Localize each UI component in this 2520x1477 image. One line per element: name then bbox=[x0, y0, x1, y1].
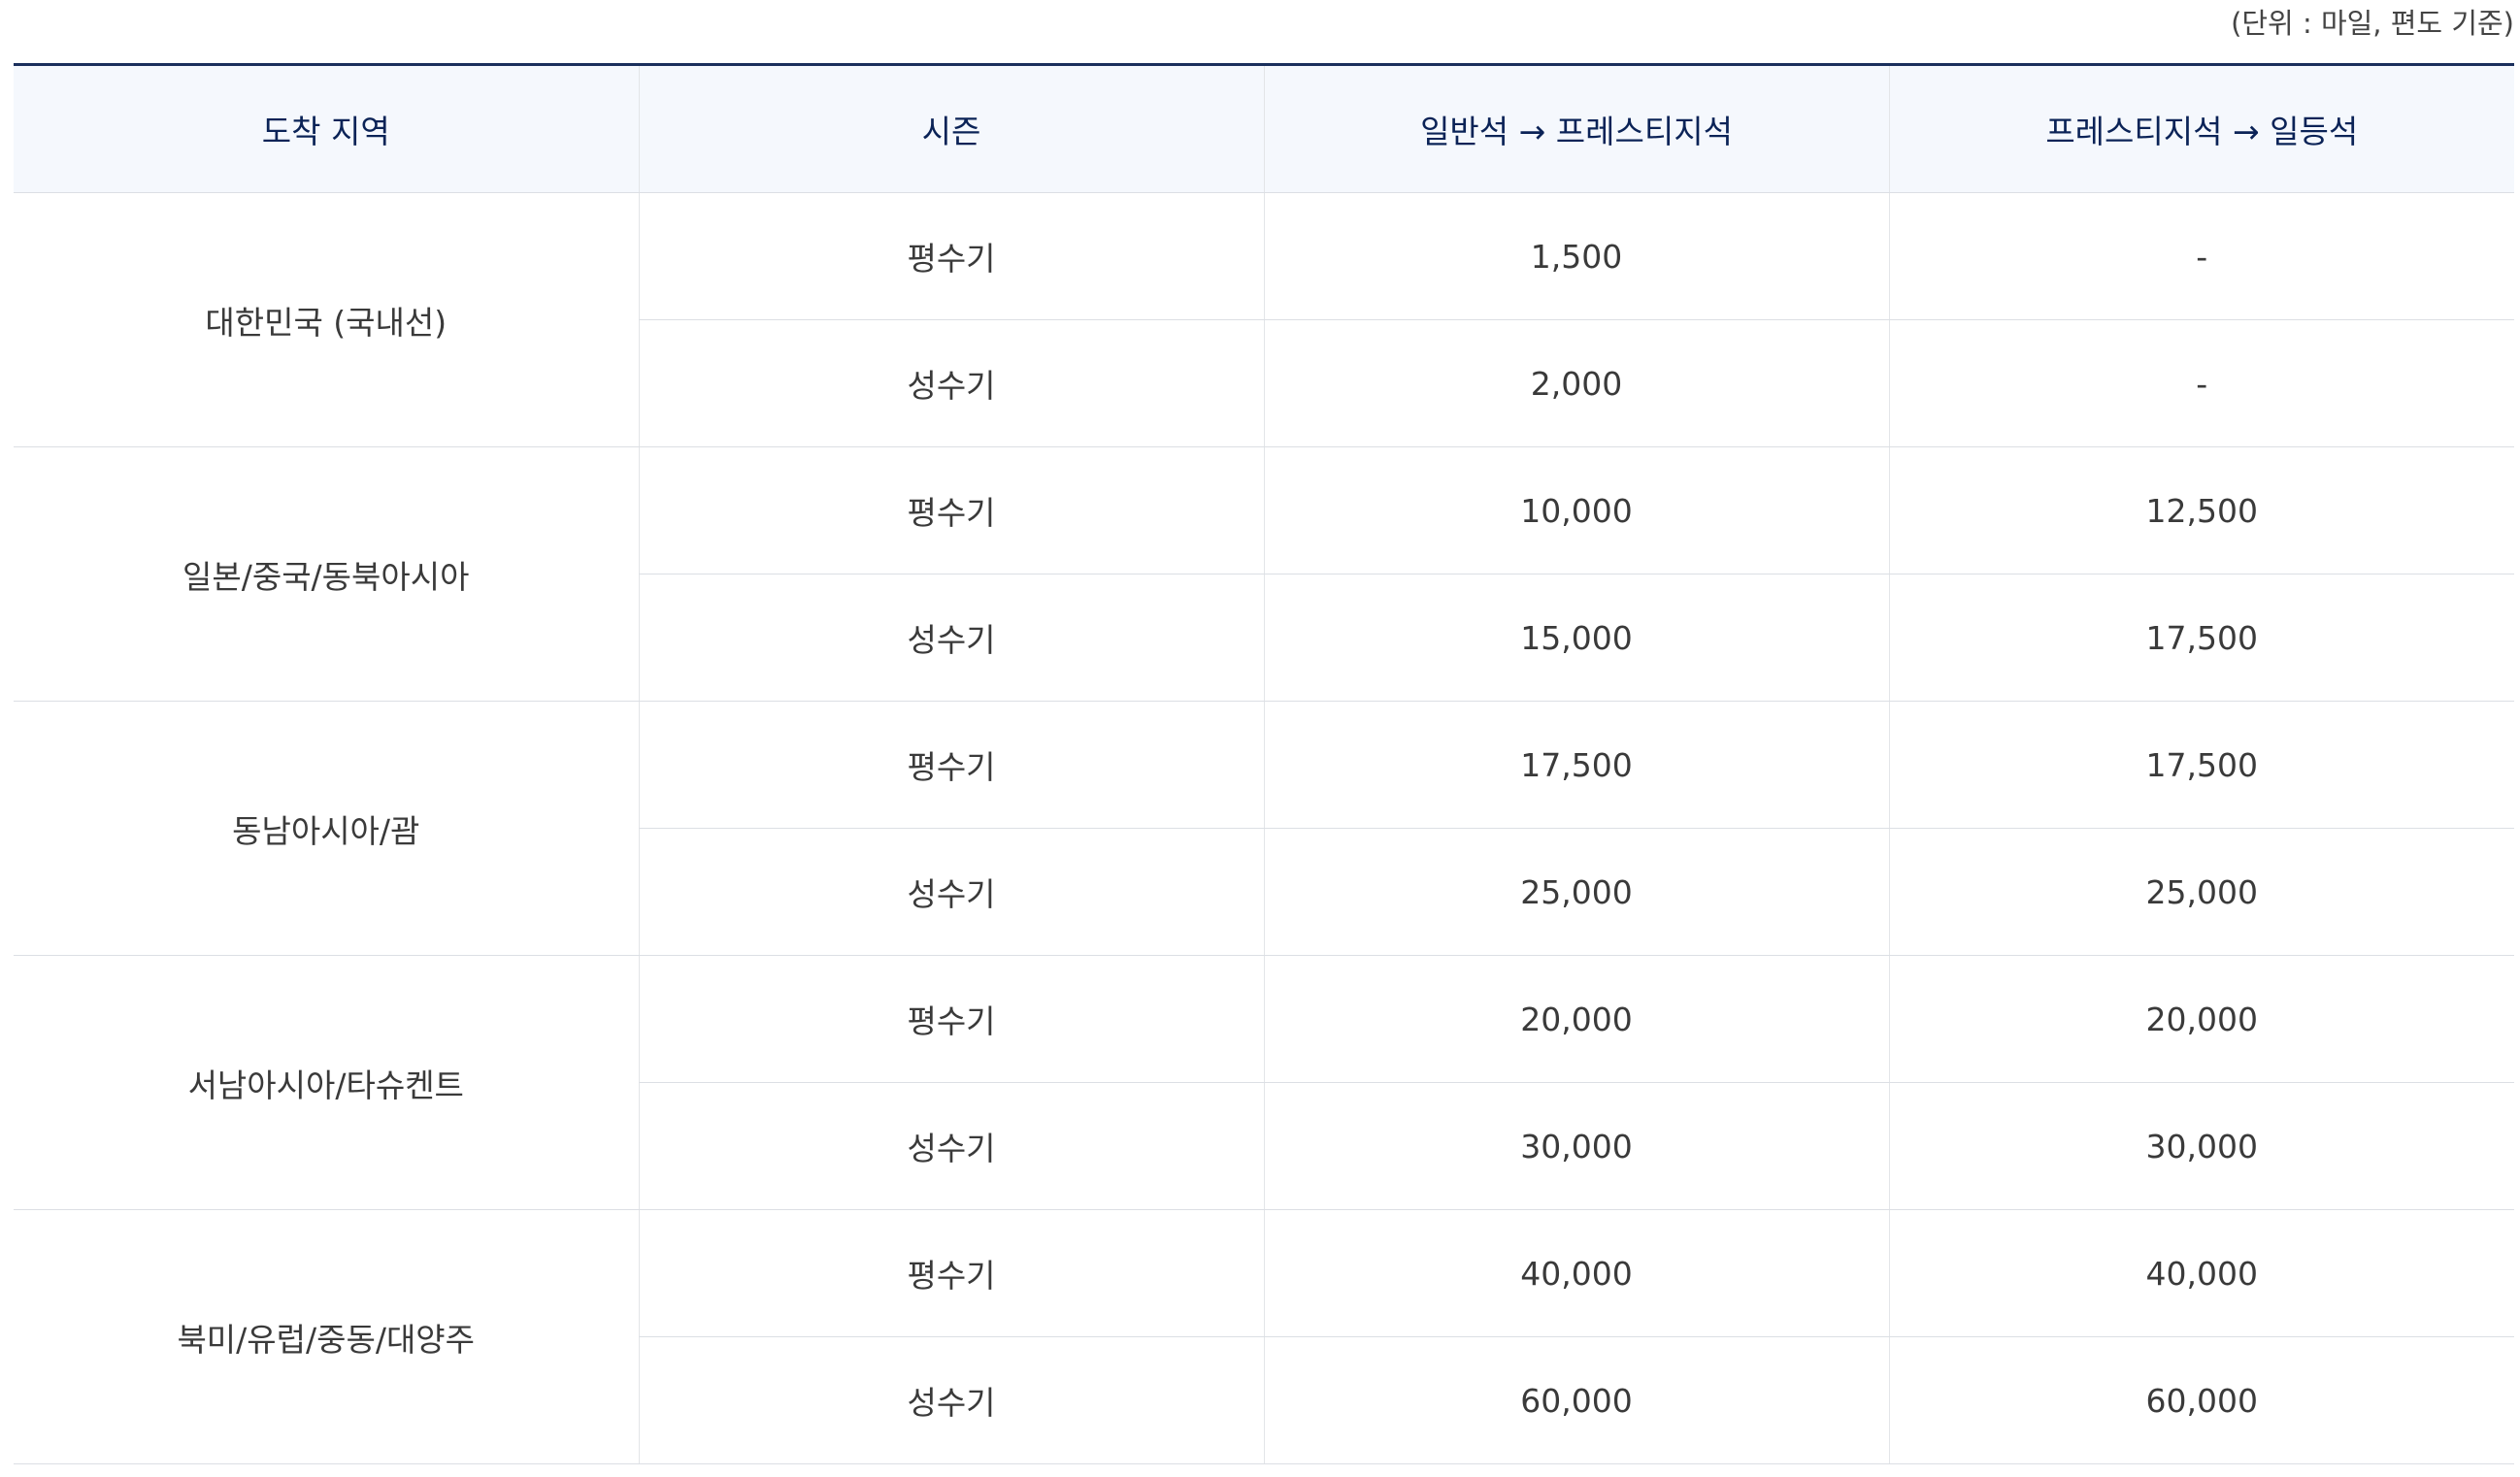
season-cell: 성수기 bbox=[638, 574, 1264, 702]
header-region: 도착 지역 bbox=[14, 63, 639, 193]
header-row: 도착 지역 시즌 일반석 → 프레스티지석 프레스티지석 → 일등석 bbox=[14, 63, 2514, 193]
economy-to-prestige-cell: 17,500 bbox=[1263, 701, 1889, 829]
prestige-to-first-cell: 30,000 bbox=[1888, 1082, 2514, 1210]
header-season: 시즌 bbox=[638, 63, 1264, 193]
season-cell: 평수기 bbox=[638, 1209, 1264, 1337]
page: (단위 : 마일, 편도 기준) 도착 지역 시즌 일반석 → 프레스티지석 프… bbox=[0, 0, 2520, 1477]
unit-note: (단위 : 마일, 편도 기준) bbox=[2231, 7, 2514, 40]
region-cell: 일본/중국/동북아시아 bbox=[14, 446, 639, 702]
economy-to-prestige-cell: 15,000 bbox=[1263, 574, 1889, 702]
season-cell: 평수기 bbox=[638, 955, 1264, 1083]
economy-to-prestige-cell: 2,000 bbox=[1263, 319, 1889, 447]
region-cell: 동남아시아/괌 bbox=[14, 701, 639, 956]
region-cell: 대한민국 (국내선) bbox=[14, 192, 639, 447]
season-cell: 평수기 bbox=[638, 701, 1264, 829]
mileage-table: 도착 지역 시즌 일반석 → 프레스티지석 프레스티지석 → 일등석 대한민국 … bbox=[14, 63, 2514, 1464]
prestige-to-first-cell: 25,000 bbox=[1888, 828, 2514, 956]
prestige-to-first-cell: - bbox=[1888, 192, 2514, 320]
prestige-to-first-cell: 40,000 bbox=[1888, 1209, 2514, 1337]
season-cell: 평수기 bbox=[638, 192, 1264, 320]
table-row: 북미/유럽/중동/대양주 평수기 40,000 40,000 bbox=[14, 1209, 2514, 1464]
table-row: 서남아시아/타슈켄트 평수기 20,000 20,000 bbox=[14, 955, 2514, 1210]
season-cell: 성수기 bbox=[638, 319, 1264, 447]
season-cell: 성수기 bbox=[638, 1082, 1264, 1210]
table-row: 대한민국 (국내선) 평수기 1,500 - bbox=[14, 192, 2514, 447]
table-header: 도착 지역 시즌 일반석 → 프레스티지석 프레스티지석 → 일등석 bbox=[14, 63, 2514, 193]
prestige-to-first-cell: 17,500 bbox=[1888, 574, 2514, 702]
economy-to-prestige-cell: 60,000 bbox=[1263, 1336, 1889, 1464]
prestige-to-first-cell: - bbox=[1888, 319, 2514, 447]
economy-to-prestige-cell: 10,000 bbox=[1263, 446, 1889, 574]
economy-to-prestige-cell: 20,000 bbox=[1263, 955, 1889, 1083]
table-row: 일본/중국/동북아시아 평수기 10,000 12,500 bbox=[14, 446, 2514, 702]
economy-to-prestige-cell: 1,500 bbox=[1263, 192, 1889, 320]
season-cell: 평수기 bbox=[638, 446, 1264, 574]
region-cell: 북미/유럽/중동/대양주 bbox=[14, 1209, 639, 1464]
header-economy-to-prestige: 일반석 → 프레스티지석 bbox=[1263, 63, 1889, 193]
economy-to-prestige-cell: 40,000 bbox=[1263, 1209, 1889, 1337]
season-cell: 성수기 bbox=[638, 1336, 1264, 1464]
season-cell: 성수기 bbox=[638, 828, 1264, 956]
table-row: 동남아시아/괌 평수기 17,500 17,500 bbox=[14, 701, 2514, 956]
prestige-to-first-cell: 12,500 bbox=[1888, 446, 2514, 574]
table-body: 대한민국 (국내선) 평수기 1,500 - 성수기 2,000 - 일본/중국… bbox=[14, 192, 2514, 1464]
economy-to-prestige-cell: 30,000 bbox=[1263, 1082, 1889, 1210]
prestige-to-first-cell: 17,500 bbox=[1888, 701, 2514, 829]
economy-to-prestige-cell: 25,000 bbox=[1263, 828, 1889, 956]
prestige-to-first-cell: 60,000 bbox=[1888, 1336, 2514, 1464]
region-cell: 서남아시아/타슈켄트 bbox=[14, 955, 639, 1210]
prestige-to-first-cell: 20,000 bbox=[1888, 955, 2514, 1083]
header-prestige-to-first: 프레스티지석 → 일등석 bbox=[1888, 63, 2514, 193]
